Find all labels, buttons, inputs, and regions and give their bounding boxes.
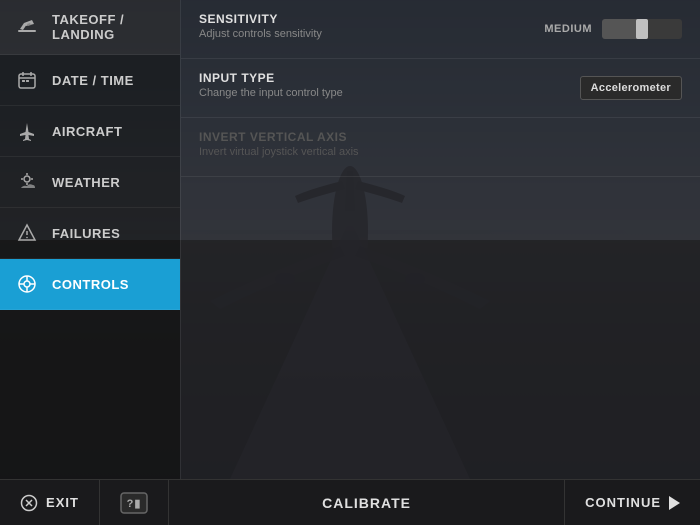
sidebar-item-date-time[interactable]: DATE / TIME [0,55,180,106]
help-icon: ?▮ [120,492,148,514]
sensitivity-value: MEDIUM [532,23,592,35]
sensitivity-desc: Adjust controls sensitivity [199,28,532,40]
sidebar-item-takeoff-landing[interactable]: TAKEOFF / LANDING [0,0,180,55]
sidebar-label-failures: FAILURES [52,226,120,241]
input-type-title: INPUT TYPE [199,71,580,85]
sensitivity-title: SENSITIVITY [199,12,532,26]
continue-play-icon [669,496,680,510]
aircraft-icon [14,118,40,144]
sidebar-item-aircraft[interactable]: AIRCRAFT [0,106,180,157]
calibrate-label: CALIBRATE [322,495,411,511]
bottom-bar: EXIT ?▮ CALIBRATE CONTINUE [0,479,700,525]
weather-icon [14,169,40,195]
controls-icon [14,271,40,297]
input-type-row: INPUT TYPE Change the input control type… [181,59,700,118]
svg-text:?▮: ?▮ [127,498,142,510]
calibrate-button[interactable]: CALIBRATE [169,480,565,525]
exit-label: EXIT [46,495,79,510]
input-type-desc: Change the input control type [199,87,580,99]
airplane-takeoff-icon [14,14,40,40]
sidebar-label-aircraft: AIRCRAFT [52,124,122,139]
sidebar-item-failures[interactable]: FAILURES [0,208,180,259]
invert-vertical-desc: Invert virtual joystick vertical axis [199,146,682,158]
sensitivity-control: MEDIUM [532,19,682,39]
invert-vertical-title: INVERT VERTICAL AXIS [199,130,682,144]
sidebar-label-controls: CONTROLS [52,277,129,292]
exit-icon [20,494,38,512]
continue-button[interactable]: CONTINUE [565,480,700,525]
failures-icon [14,220,40,246]
sidebar-item-weather[interactable]: WEATHER [0,157,180,208]
continue-label: CONTINUE [585,495,661,510]
sensitivity-slider[interactable] [602,19,682,39]
sidebar-label-weather: WEATHER [52,175,120,190]
invert-vertical-row: INVERT VERTICAL AXIS Invert virtual joys… [181,118,700,177]
content-panel: SENSITIVITY Adjust controls sensitivity … [180,0,700,479]
exit-button[interactable]: EXIT [0,480,100,525]
sidebar-label-date-time: DATE / TIME [52,73,134,88]
calendar-icon [14,67,40,93]
input-type-button[interactable]: Accelerometer [580,76,682,100]
sensitivity-row: SENSITIVITY Adjust controls sensitivity … [181,0,700,59]
sidebar: TAKEOFF / LANDING DATE / TIME [0,0,180,479]
help-button[interactable]: ?▮ [100,480,169,525]
sidebar-item-controls[interactable]: CONTROLS [0,259,180,310]
slider-thumb[interactable] [636,19,648,39]
sidebar-label-takeoff-landing: TAKEOFF / LANDING [52,12,166,42]
